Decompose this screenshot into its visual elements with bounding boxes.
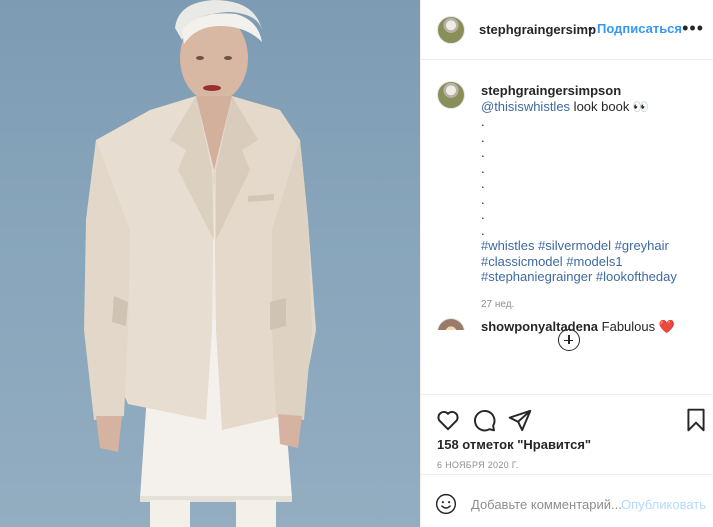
hashtags-line-2[interactable]: #classicmodel #models1 — [481, 254, 701, 270]
post-photo[interactable] — [0, 0, 420, 527]
caption-dot: . — [481, 207, 485, 222]
caption-dot: . — [481, 176, 485, 191]
caption-dot: . — [481, 222, 485, 238]
post-sidebar: stephgraingersimp • Подписаться ••• step… — [420, 0, 713, 527]
heart-icon[interactable] — [435, 407, 461, 433]
commenter-avatar[interactable] — [437, 318, 465, 330]
commenter-username[interactable]: showponyaltadena — [481, 319, 598, 334]
smile-icon[interactable] — [435, 493, 457, 515]
caption-text: look book 👀 — [570, 98, 650, 114]
comment-input[interactable] — [471, 497, 621, 512]
caption-dot: . — [481, 160, 485, 176]
share-icon[interactable] — [507, 407, 533, 433]
caption-body: stephgraingersimpson @thisiswhistles loo… — [481, 83, 701, 312]
commenter-avatar-wrap[interactable] — [437, 318, 465, 330]
follow-button[interactable]: Подписаться — [597, 21, 682, 36]
caption-mention[interactable]: @thisiswhistles — [481, 99, 570, 114]
header-separator: • — [588, 21, 593, 36]
more-options-icon[interactable]: ••• — [682, 18, 704, 39]
caption-dot: . — [481, 145, 485, 160]
post-time-ago[interactable]: 27 нед. — [481, 297, 701, 313]
post-date[interactable]: 6 НОЯБРЯ 2020 Г. — [437, 460, 519, 470]
caption-dot: . — [481, 129, 485, 145]
comment-text: Fabulous — [601, 319, 656, 334]
hashtags-line-1[interactable]: #whistles #silvermodel #greyhair — [481, 238, 701, 254]
hashtags-line-3[interactable]: #stephaniegrainger #lookoftheday — [481, 269, 701, 285]
caption-username[interactable]: stephgraingersimpson — [481, 83, 701, 99]
author-avatar[interactable] — [437, 16, 465, 44]
caption-dot: . — [481, 191, 485, 207]
add-comment-bar: Опубликовать — [421, 474, 713, 527]
model-illustration — [84, 0, 316, 527]
comment-like-icon[interactable]: ♡ — [663, 323, 672, 334]
post-header: stephgraingersimp • Подписаться ••• — [421, 0, 713, 60]
publish-button[interactable]: Опубликовать — [621, 497, 706, 512]
caption-dot: . — [481, 114, 485, 129]
comment-text-row: showponyaltadena Fabulous ❤️ — [481, 319, 675, 335]
likes-count[interactable]: 158 отметок "Нравится" — [437, 437, 591, 452]
author-username[interactable]: stephgraingersimp — [479, 22, 596, 37]
comment-icon[interactable] — [471, 407, 497, 433]
caption-avatar[interactable] — [437, 81, 465, 109]
bookmark-icon[interactable] — [683, 407, 709, 433]
caption-dots: . . . . . . . . — [481, 114, 701, 238]
